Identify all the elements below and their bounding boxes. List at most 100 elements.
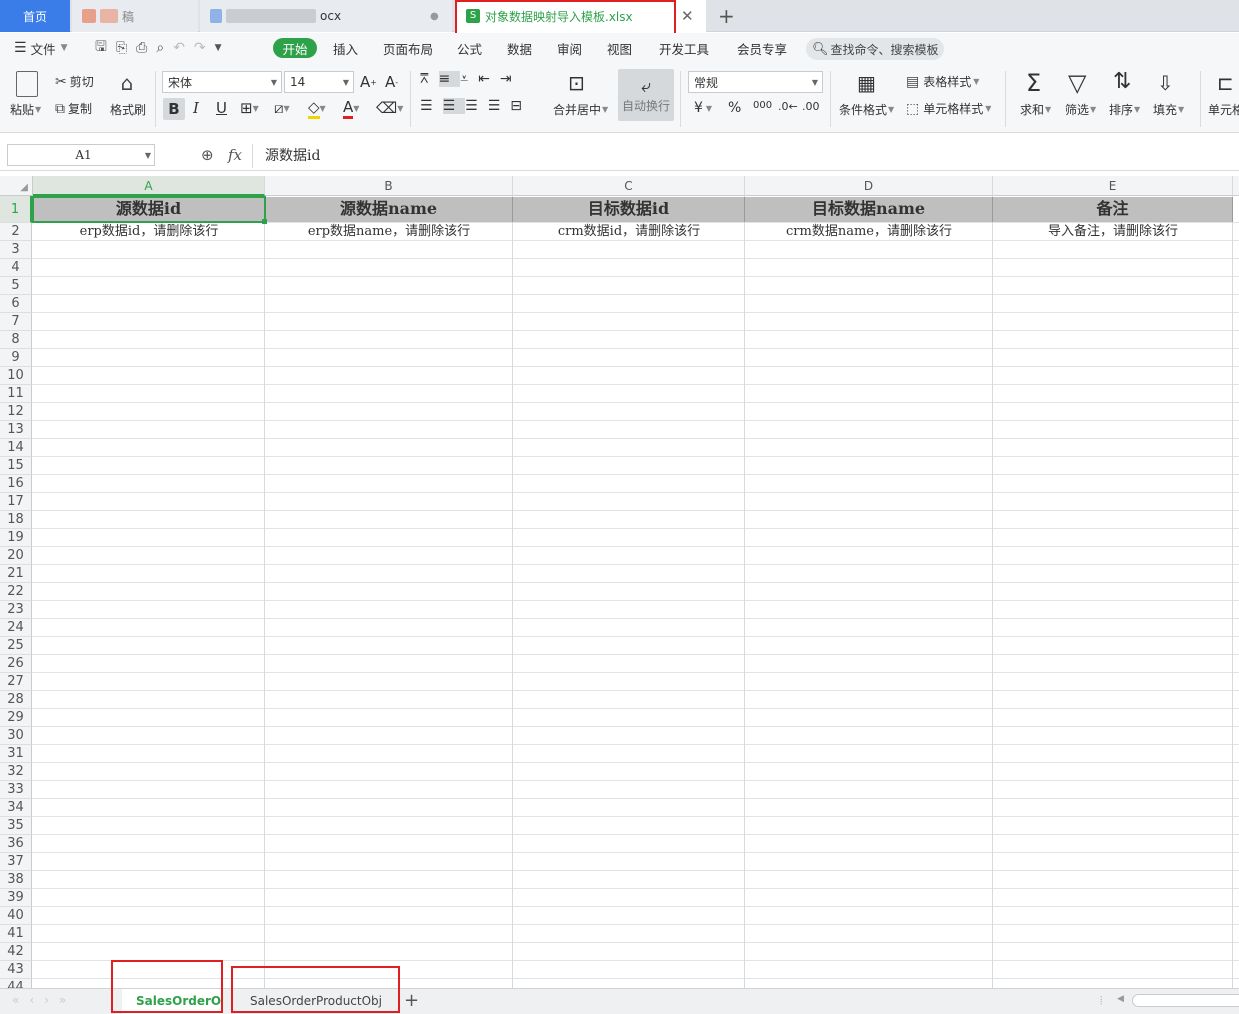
row-header[interactable]: 23 bbox=[0, 601, 32, 619]
row-header[interactable]: 7 bbox=[0, 313, 32, 331]
menu-tab-home[interactable]: 开始 bbox=[273, 38, 317, 58]
align-center-icon[interactable]: ☰ bbox=[442, 98, 466, 114]
file-menu[interactable]: ☰ 文件 ▼ bbox=[14, 38, 68, 58]
row-header[interactable]: 35 bbox=[0, 817, 32, 835]
row-header[interactable]: 14 bbox=[0, 439, 32, 457]
align-left-icon[interactable]: ☰ bbox=[420, 98, 443, 114]
row-header[interactable]: 30 bbox=[0, 727, 32, 745]
row-header[interactable]: 10 bbox=[0, 367, 32, 385]
align-right-icon[interactable]: ☰ bbox=[465, 98, 488, 114]
sum-icon[interactable]: Σ bbox=[1026, 69, 1041, 97]
close-tab-icon[interactable]: ✕ bbox=[681, 7, 694, 25]
menu-tab-review[interactable]: 审阅 bbox=[557, 38, 582, 58]
percent-button[interactable]: % bbox=[728, 100, 741, 116]
row-header[interactable]: 6 bbox=[0, 295, 32, 313]
row-header[interactable]: 18 bbox=[0, 511, 32, 529]
increase-font-icon[interactable]: A + bbox=[360, 73, 377, 91]
cell-c1[interactable]: 目标数据id bbox=[513, 197, 745, 222]
fill-color-icon[interactable]: ◇ ▼ bbox=[308, 98, 326, 119]
tab-active-workbook[interactable]: S 对象数据映射导入模板.xlsx ✕ bbox=[456, 0, 706, 32]
row-header[interactable]: 5 bbox=[0, 277, 32, 295]
sort-button[interactable]: 排序 ▼ bbox=[1109, 101, 1140, 118]
row-header[interactable]: 25 bbox=[0, 637, 32, 655]
bold-button[interactable]: B bbox=[163, 98, 185, 120]
cut-button[interactable]: ✂ 剪切 bbox=[55, 73, 94, 90]
cell-b1[interactable]: 源数据name bbox=[265, 197, 513, 222]
row-header[interactable]: 36 bbox=[0, 835, 32, 853]
row-header[interactable]: 15 bbox=[0, 457, 32, 475]
menu-tab-data[interactable]: 数据 bbox=[507, 38, 532, 58]
tab-document-2[interactable]: ocx ● bbox=[200, 0, 452, 32]
row-header[interactable]: 11 bbox=[0, 385, 32, 403]
tab-home[interactable]: 首页 bbox=[0, 0, 70, 32]
merge-center-icon[interactable]: ⊡ bbox=[568, 71, 585, 95]
column-header-e[interactable]: E bbox=[993, 176, 1233, 196]
fill-icon[interactable]: ⇩ bbox=[1157, 71, 1174, 95]
row-header[interactable]: 16 bbox=[0, 475, 32, 493]
italic-button[interactable]: I bbox=[193, 99, 199, 117]
increase-decimal-icon[interactable]: .0← bbox=[778, 100, 798, 113]
row-header[interactable]: 37 bbox=[0, 853, 32, 871]
menu-tab-formulas[interactable]: 公式 bbox=[457, 38, 482, 58]
filter-icon[interactable]: ▽ bbox=[1068, 69, 1086, 97]
row-header[interactable]: 3 bbox=[0, 241, 32, 259]
row-header[interactable]: 44 bbox=[0, 979, 32, 988]
cell-style-button[interactable]: ⬚ 单元格样式 ▼ bbox=[906, 100, 991, 117]
cell-d1[interactable]: 目标数据name bbox=[745, 197, 993, 222]
row-header[interactable]: 43 bbox=[0, 961, 32, 979]
fill-button[interactable]: 填充 ▼ bbox=[1153, 101, 1184, 118]
menu-tab-page-layout[interactable]: 页面布局 bbox=[383, 38, 433, 58]
font-family-select[interactable]: 宋体 ▼ bbox=[162, 71, 282, 93]
format-painter-icon[interactable]: ⌂ bbox=[112, 71, 142, 95]
more-icon[interactable]: ▼ bbox=[215, 43, 231, 53]
underline-button[interactable]: U bbox=[216, 99, 227, 117]
row-header[interactable]: 26 bbox=[0, 655, 32, 673]
menu-tab-developer[interactable]: 开发工具 bbox=[659, 38, 709, 58]
paste-button[interactable]: 粘贴 ▼ bbox=[10, 101, 41, 118]
align-bottom-icon[interactable]: ⩡ bbox=[460, 71, 478, 87]
row-header[interactable]: 19 bbox=[0, 529, 32, 547]
print-preview-icon[interactable]: ⌕ bbox=[156, 40, 173, 56]
currency-button[interactable]: ¥ ▼ bbox=[694, 100, 712, 116]
cell-c2[interactable]: crm数据id，请删除该行 bbox=[513, 223, 745, 241]
row-header[interactable]: 39 bbox=[0, 889, 32, 907]
zoom-icon[interactable]: ⊕ bbox=[201, 146, 214, 164]
formula-input[interactable]: 源数据id bbox=[252, 144, 1239, 168]
column-header-c[interactable]: C bbox=[513, 176, 745, 196]
number-format-select[interactable]: 常规 ▼ bbox=[688, 71, 823, 93]
row-header[interactable]: 13 bbox=[0, 421, 32, 439]
clear-format-icon[interactable]: ⌫ ▼ bbox=[376, 99, 403, 117]
add-sheet-button[interactable]: + bbox=[404, 990, 419, 1011]
sort-icon[interactable]: ⇅ bbox=[1113, 69, 1131, 94]
command-search[interactable]: 🔍︎ 查找命令、搜索模板 bbox=[806, 38, 944, 60]
decrease-font-icon[interactable]: A- bbox=[385, 73, 398, 91]
justify-icon[interactable]: ☰ bbox=[488, 98, 511, 114]
row-header[interactable]: 24 bbox=[0, 619, 32, 637]
column-header-f[interactable] bbox=[1233, 176, 1239, 196]
save-icon[interactable]: 🖫 bbox=[95, 36, 116, 60]
column-header-b[interactable]: B bbox=[265, 176, 513, 196]
conditional-format-button[interactable]: 条件格式 ▼ bbox=[839, 101, 894, 118]
align-middle-icon[interactable]: ≡ bbox=[438, 71, 461, 87]
row-header[interactable]: 38 bbox=[0, 871, 32, 889]
row-header[interactable]: 8 bbox=[0, 331, 32, 349]
font-size-select[interactable]: 14 ▼ bbox=[284, 71, 354, 93]
row-header[interactable]: 21 bbox=[0, 565, 32, 583]
menu-tab-insert[interactable]: 插入 bbox=[333, 38, 358, 58]
wrap-text-button[interactable]: ⤶ 自动换行 bbox=[618, 69, 674, 121]
cell-b2[interactable]: erp数据name，请删除该行 bbox=[265, 223, 513, 241]
name-box[interactable]: A1 ▼ bbox=[7, 144, 155, 166]
merge-center-button[interactable]: 合并居中 ▼ bbox=[553, 101, 608, 118]
row-header[interactable]: 42 bbox=[0, 943, 32, 961]
cell-a2[interactable]: erp数据id，请删除该行 bbox=[33, 223, 265, 241]
row-header[interactable]: 2 bbox=[0, 223, 32, 241]
thousands-button[interactable]: 000 bbox=[753, 100, 772, 111]
row-header[interactable]: 28 bbox=[0, 691, 32, 709]
print-icon[interactable]: ⎙ bbox=[136, 40, 156, 56]
cell-icon[interactable]: ⊏ bbox=[1217, 71, 1234, 95]
tab-document-1[interactable]: 稿 bbox=[72, 0, 198, 32]
cell-d2[interactable]: crm数据name，请删除该行 bbox=[745, 223, 993, 241]
decrease-indent-icon[interactable]: ⇤ bbox=[478, 71, 500, 87]
spreadsheet-grid[interactable]: ◢ A B C D E 1 2 3 4 5 6 7 8 9 10 11 12 13 14 15 16 17 18 1… bbox=[0, 176, 1239, 988]
row-header[interactable]: 4 bbox=[0, 259, 32, 277]
